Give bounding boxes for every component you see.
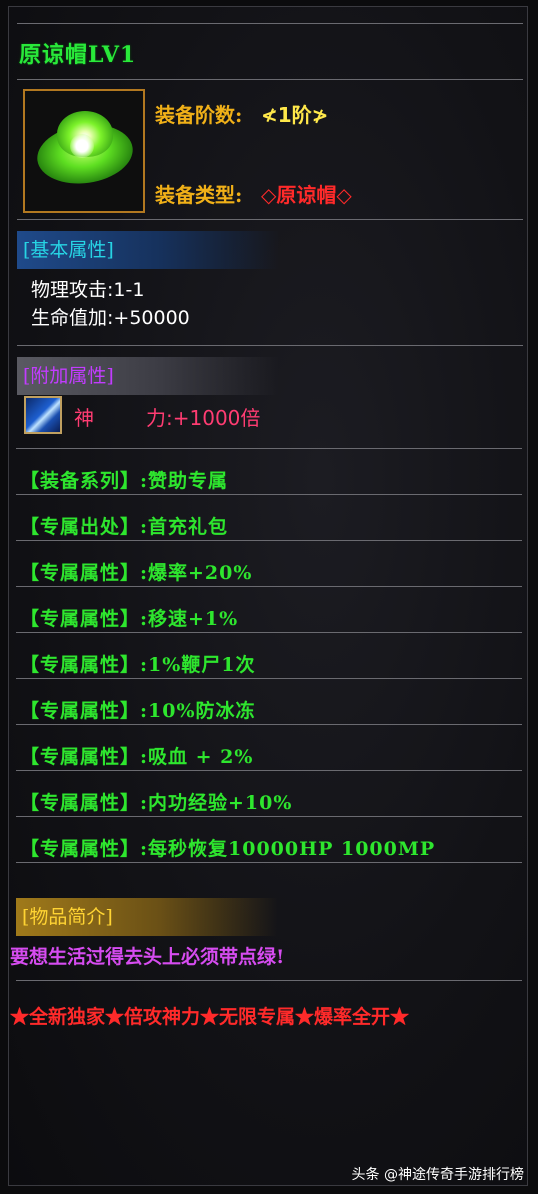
hp-line: 生命值加:+50000 xyxy=(31,307,190,329)
divider xyxy=(16,678,522,679)
exclusive-attribute-row: 【专属属性】:每秒恢复10000HP 1000MP xyxy=(20,838,436,860)
attack-line: 物理攻击:1-1 xyxy=(31,279,145,301)
rank-value: ≮1阶≯ xyxy=(261,103,329,127)
exclusive-attribute-row: 【专属出处】:首充礼包 xyxy=(20,516,229,538)
exclusive-attribute-row: 【专属属性】:10%防冰冻 xyxy=(20,700,256,722)
skill-name: 神 xyxy=(74,406,94,430)
basic-attributes-header: [基本属性] xyxy=(17,231,279,269)
divider xyxy=(17,79,523,80)
divider xyxy=(16,540,522,541)
exclusive-attribute-row: 【专属属性】:爆率+20% xyxy=(20,562,253,584)
green-hat-icon[interactable] xyxy=(23,89,145,213)
divider xyxy=(16,586,522,587)
exclusive-attribute-row: 【专属属性】:1%鞭尸1次 xyxy=(20,654,256,676)
divider xyxy=(16,724,522,725)
description-text: 要想生活过得去头上必须带点绿! xyxy=(10,946,285,968)
divider xyxy=(16,448,522,449)
rank-label: 装备阶数: xyxy=(155,103,243,127)
description-header: [物品简介] xyxy=(16,898,278,936)
divider xyxy=(16,980,522,981)
sword-icon xyxy=(24,396,62,434)
divider xyxy=(16,770,522,771)
exclusive-attribute-row: 【专属属性】:移速+1% xyxy=(20,608,239,630)
type-value: ◇原谅帽◇ xyxy=(261,183,352,207)
divider xyxy=(16,862,522,863)
exclusive-attribute-row: 【专属属性】:吸血 + 2% xyxy=(20,746,254,768)
divider xyxy=(17,219,523,220)
divider xyxy=(16,632,522,633)
divider xyxy=(17,23,523,24)
exclusive-attribute-row: 【装备系列】:赞助专属 xyxy=(20,470,229,492)
exclusive-attribute-row: 【专属属性】:内功经验+10% xyxy=(20,792,293,814)
divider xyxy=(16,816,522,817)
extra-attributes-header: [附加属性] xyxy=(17,357,279,395)
slogan-text: ★全新独家★倍攻神力★无限专属★爆率全开★ xyxy=(10,1006,410,1028)
divider xyxy=(17,345,523,346)
type-label: 装备类型: xyxy=(155,183,243,207)
divider xyxy=(16,494,522,495)
watermark: 头条 @神途传奇手游排行榜 xyxy=(351,1167,524,1183)
item-title: 原谅帽LV1 xyxy=(19,42,137,68)
skill-value: 力:+1000倍 xyxy=(146,406,261,430)
